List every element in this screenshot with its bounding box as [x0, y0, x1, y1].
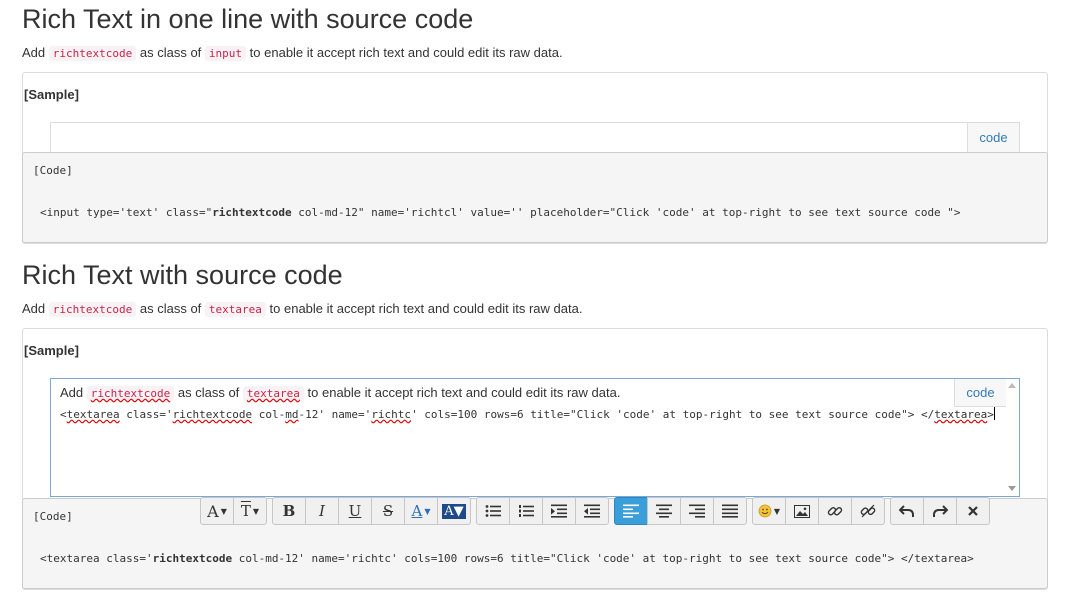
link-icon[interactable]: [818, 497, 852, 525]
history-group: [890, 497, 990, 527]
sample-label: [Sample]: [24, 87, 79, 102]
section2-description: Add richtextcode as class of textarea to…: [22, 301, 583, 317]
editor-text-line: Add richtextcode as class of textarea to…: [60, 385, 621, 401]
remove-icon[interactable]: [956, 497, 990, 525]
editor-code-line: <textarea class='richtextcode col-md-12'…: [60, 407, 995, 421]
code-panel-1: [Code] <input type='text' class="richtex…: [22, 152, 1048, 243]
element-keyword: textarea: [204, 302, 266, 317]
richtext-editor[interactable]: Add richtextcode as class of textarea to…: [50, 378, 1020, 497]
scrollbar[interactable]: [1006, 379, 1019, 496]
code-toggle-button[interactable]: code: [954, 379, 1006, 407]
code-label: [Code]: [33, 164, 73, 177]
redo-icon[interactable]: [923, 497, 957, 525]
class-keyword: richtextcode: [86, 386, 175, 401]
align-left-icon[interactable]: [614, 497, 648, 525]
font-size-icon[interactable]: A ▼: [200, 497, 234, 525]
outdent-icon[interactable]: [575, 497, 609, 525]
font-type-icon[interactable]: T ▼: [233, 497, 267, 525]
section2-title: Rich Text with source code: [22, 260, 343, 290]
ordered-list-icon[interactable]: [509, 497, 543, 525]
unordered-list-icon[interactable]: [476, 497, 510, 525]
element-keyword: input: [204, 46, 247, 61]
section1-title: Rich Text in one line with source code: [22, 4, 474, 34]
format-group: B I U S A ▼ A▼: [272, 497, 471, 527]
font-color-icon[interactable]: A ▼: [404, 497, 438, 525]
indent-icon[interactable]: [542, 497, 576, 525]
code-label: [Code]: [33, 510, 73, 523]
scroll-down-arrow[interactable]: [1008, 486, 1016, 491]
italic-icon[interactable]: I: [305, 497, 339, 525]
emoji-icon[interactable]: ▼: [752, 497, 786, 525]
code-source: <textarea class='richtextcode col-md-12'…: [40, 552, 974, 565]
insert-group: ▼: [752, 497, 885, 527]
align-center-icon[interactable]: [647, 497, 681, 525]
editor-toolbar: A ▼ T ▼ B I U S A ▼ A▼ ▼: [200, 497, 990, 527]
align-group: [614, 497, 747, 527]
element-keyword: textarea: [242, 386, 304, 401]
align-right-icon[interactable]: [680, 497, 714, 525]
code-source: <input type='text' class="richtextcode c…: [40, 206, 961, 219]
font-group: A ▼ T ▼: [200, 497, 267, 527]
bold-icon[interactable]: B: [272, 497, 306, 525]
text-cursor: [993, 407, 995, 420]
undo-icon[interactable]: [890, 497, 924, 525]
justify-icon[interactable]: [713, 497, 747, 525]
underline-icon[interactable]: U: [338, 497, 372, 525]
class-keyword: richtextcode: [48, 46, 137, 61]
image-icon[interactable]: [785, 497, 819, 525]
sample-label: [Sample]: [24, 343, 79, 358]
list-group: [476, 497, 609, 527]
strikethrough-icon[interactable]: S: [371, 497, 405, 525]
section1-description: Add richtextcode as class of input to en…: [22, 45, 563, 61]
class-keyword: richtextcode: [48, 302, 137, 317]
richtext-input[interactable]: code: [50, 122, 1020, 153]
unlink-icon[interactable]: [851, 497, 885, 525]
scroll-up-arrow[interactable]: [1008, 383, 1016, 388]
code-toggle-button[interactable]: code: [967, 123, 1019, 152]
background-color-icon[interactable]: A▼: [437, 497, 471, 525]
